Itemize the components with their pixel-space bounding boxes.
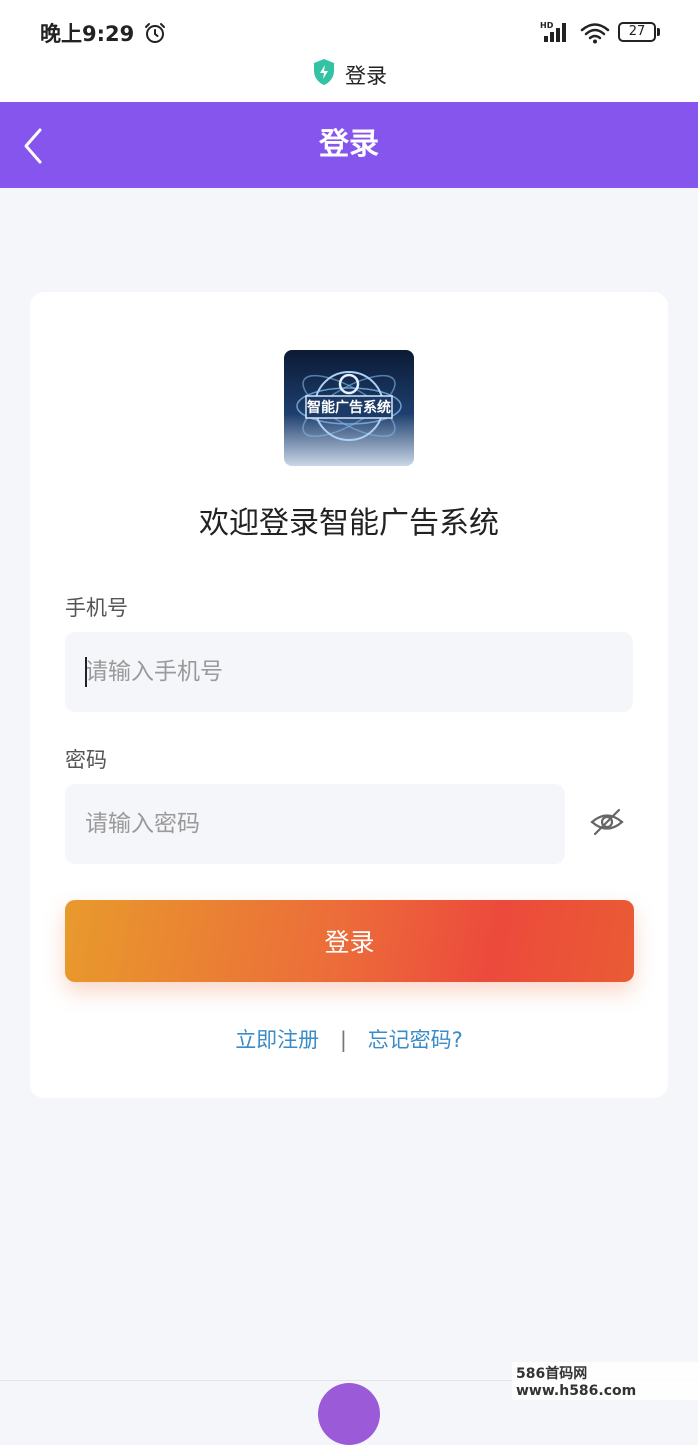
wifi-icon [580, 23, 610, 44]
watermark: 586首码网 www.h586.com [512, 1362, 698, 1400]
welcome-title: 欢迎登录智能广告系统 [199, 506, 499, 541]
login-card: 智能广告系统 欢迎登录智能广告系统 手机号 密码 登录 立即注册 | 忘记密码? [30, 292, 668, 1098]
auth-links: 立即注册 | 忘记密码? [30, 1024, 668, 1054]
header-title: 登录 [319, 127, 379, 162]
password-input[interactable] [65, 784, 565, 864]
status-bar: 晚上9:29 HD 27 [0, 0, 698, 58]
battery-indicator: 27 [618, 22, 660, 42]
page-label-bar: 登录 [0, 58, 698, 102]
phone-input[interactable] [65, 632, 633, 712]
page-label: 登录 [345, 64, 387, 88]
forgot-password-link[interactable]: 忘记密码? [368, 1028, 463, 1052]
register-link[interactable]: 立即注册 [235, 1028, 319, 1052]
battery-level: 27 [628, 24, 646, 39]
eye-off-icon[interactable] [590, 807, 624, 837]
app-header: 登录 [0, 102, 698, 188]
floating-button[interactable] [318, 1383, 380, 1445]
link-divider: | [339, 1028, 347, 1052]
phone-label: 手机号 [65, 596, 128, 620]
signal-icon: HD [540, 21, 566, 42]
login-button[interactable]: 登录 [65, 900, 634, 982]
shield-icon [314, 59, 334, 85]
alarm-icon [145, 23, 165, 43]
chevron-left-icon [24, 128, 42, 164]
status-time: 晚上9:29 [40, 22, 135, 46]
text-cursor [85, 657, 87, 687]
password-label: 密码 [65, 748, 107, 772]
app-logo: 智能广告系统 [284, 350, 414, 466]
logo-text: 智能广告系统 [306, 399, 391, 416]
network-label: HD [540, 21, 554, 30]
back-button[interactable] [18, 124, 58, 168]
